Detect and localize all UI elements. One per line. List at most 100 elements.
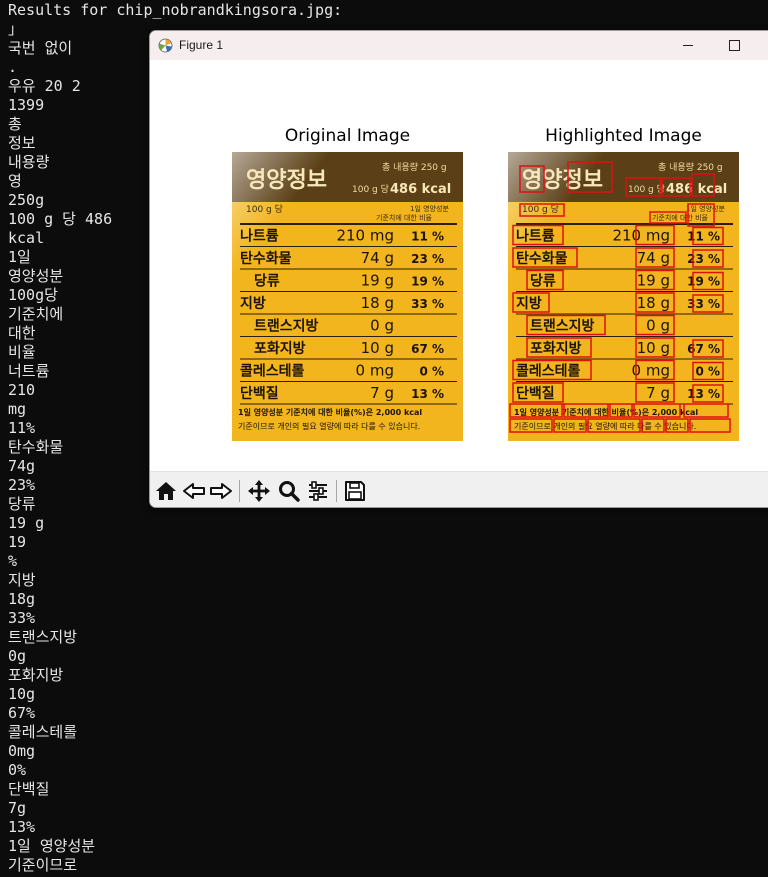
- label-total: 총 내용량 250 g: [658, 161, 723, 173]
- terminal-line: 19: [8, 533, 27, 551]
- terminal-line: 우유 20 2: [8, 77, 81, 95]
- label-footer-1: 1일 영양성분 기준치에 대한 비율(%)은 2,000 kcal: [238, 407, 422, 417]
- terminal-line: 100g당: [8, 286, 58, 304]
- forward-button[interactable]: [208, 478, 234, 504]
- label-basis: 100 g 당: [246, 204, 283, 215]
- terminal-line: 0mg: [8, 742, 36, 760]
- nutrient-name: 탄수화물: [240, 250, 292, 267]
- nutrient-name: 나트륨: [516, 229, 555, 245]
- terminal-line: 7g: [8, 799, 27, 817]
- terminal-line: 」: [8, 20, 24, 38]
- maximize-icon: [728, 40, 740, 51]
- nutrient-amount: 210 mg: [336, 227, 394, 245]
- nutrient-amount: 10 g: [361, 339, 394, 357]
- nutrient-name: 콜레스테롤: [516, 364, 581, 380]
- nutrient-name: 지방: [516, 295, 542, 312]
- label-daily-1: 1일 영양성분: [410, 204, 449, 213]
- terminal-line: 23%: [8, 476, 36, 494]
- terminal-line: .: [8, 58, 18, 76]
- nutrient-amount: 19 g: [361, 272, 394, 290]
- label-kcal: 486 kcal: [666, 182, 727, 197]
- pan-icon: [248, 480, 270, 502]
- nutrient-name: 단백질: [240, 385, 279, 402]
- nutrient-amount: 0 mg: [356, 362, 394, 380]
- label-per100: 100 g 당: [352, 184, 389, 195]
- terminal-line: 1일 영양성분: [8, 837, 96, 855]
- nutrient-amount: 0 g: [646, 317, 670, 335]
- terminal-line: mg: [8, 400, 27, 418]
- label-basis: 100 g 당: [522, 204, 559, 215]
- back-icon: [183, 483, 205, 499]
- nutrient-percent: 0 %: [419, 365, 444, 379]
- nutrient-percent: 67 %: [411, 342, 444, 356]
- nutrient-percent: 13 %: [687, 387, 720, 401]
- terminal-line: 너트륨: [8, 362, 50, 380]
- highlighted-image: 영양정보 총 내용량 250 g 100 g 당 486 kcal 100 g 당 1일 …: [508, 152, 739, 441]
- terminal-line: 기준치에: [8, 305, 64, 323]
- nutrient-amount: 18 g: [361, 294, 394, 312]
- terminal-line: 대한: [8, 324, 36, 342]
- terminal-line: 74g: [8, 457, 36, 475]
- nutrient-name: 트랜스지방: [530, 318, 595, 335]
- terminal-line: 당류: [8, 495, 36, 513]
- maximize-button[interactable]: [711, 31, 757, 60]
- figure-window[interactable]: Figure 1 Original Image Highlighted Imag…: [149, 30, 768, 508]
- highlighted-image-title: Highlighted Image: [545, 126, 702, 146]
- nutrient-percent: 33 %: [411, 297, 444, 311]
- nutrient-amount: 10 g: [637, 339, 670, 357]
- figure-canvas[interactable]: Original Image Highlighted Image 영양정보 총 내…: [150, 60, 768, 471]
- nutrient-amount: 7 g: [370, 384, 394, 402]
- nutrient-amount: 74 g: [637, 249, 670, 267]
- nutrient-amount: 0 g: [370, 317, 394, 335]
- nutrient-name: 나트륨: [240, 229, 279, 245]
- minimize-icon: [683, 45, 693, 46]
- nutrient-percent: 11 %: [411, 230, 444, 244]
- label-footer-2: 기준이므로 개인의 필요 열량에 따라 다를 수 있습니다.: [514, 421, 696, 431]
- nutrient-name: 콜레스테롤: [240, 364, 305, 380]
- nutrient-amount: 19 g: [637, 272, 670, 290]
- label-footer-2: 기준이므로 개인의 필요 열량에 따라 다를 수 있습니다.: [238, 421, 420, 431]
- terminal-line: 13%: [8, 818, 36, 836]
- terminal-line: 총: [8, 115, 22, 133]
- label-header: 영양정보: [246, 168, 327, 193]
- nutrient-percent: 11 %: [687, 230, 720, 244]
- terminal-line: 내용량: [8, 153, 50, 171]
- nutrient-percent: 67 %: [687, 342, 720, 356]
- label-total: 총 내용량 250 g: [382, 161, 447, 173]
- minimize-button[interactable]: [665, 31, 711, 60]
- nutrient-name: 단백질: [516, 385, 555, 402]
- nutrient-name: 포화지방: [530, 340, 582, 357]
- terminal-line: kcal: [8, 229, 45, 247]
- terminal-line: 단백질: [8, 780, 50, 798]
- terminal-line: 기준이므로: [8, 856, 78, 874]
- pan-button[interactable]: [246, 478, 272, 504]
- terminal-line: 210: [8, 381, 36, 399]
- home-button[interactable]: [153, 478, 179, 504]
- nutrient-amount: 7 g: [646, 384, 670, 402]
- configure-subplots-button[interactable]: [305, 478, 331, 504]
- toolbar-separator: [336, 480, 337, 502]
- terminal-line: 10g: [8, 685, 36, 703]
- terminal-line: 0%: [8, 761, 27, 779]
- zoom-button[interactable]: [276, 478, 302, 504]
- original-image-title: Original Image: [284, 126, 411, 146]
- terminal-line: 18g: [8, 590, 36, 608]
- nutrient-percent: 23 %: [411, 252, 444, 266]
- terminal-line: 1일: [8, 248, 31, 266]
- terminal-line: 11%: [8, 419, 36, 437]
- nutrient-percent: 19 %: [687, 275, 720, 289]
- terminal-line: 지방: [8, 571, 36, 589]
- back-button[interactable]: [181, 478, 207, 504]
- nutrient-amount: 18 g: [637, 294, 670, 312]
- terminal-line: 포화지방: [8, 666, 64, 684]
- nutrient-name: 당류: [530, 273, 556, 290]
- toolbar-separator: [239, 480, 240, 502]
- save-button[interactable]: [342, 478, 368, 504]
- nutrient-percent: 13 %: [411, 387, 444, 401]
- window-titlebar[interactable]: Figure 1: [150, 31, 768, 60]
- original-image: 영양정보 총 내용량 250 g 100 g 당 486 kcal 100 g 당 1일 …: [232, 152, 463, 441]
- terminal-line: 콜레스테롤: [8, 723, 78, 741]
- terminal-output: 」 국번 없이. 우유 20 2 1399 총 정보 내용량 영 250g 100 g 당 486…: [8, 20, 112, 875]
- nutrient-name: 탄수화물: [516, 250, 568, 267]
- nutrient-amount: 210 mg: [612, 227, 670, 245]
